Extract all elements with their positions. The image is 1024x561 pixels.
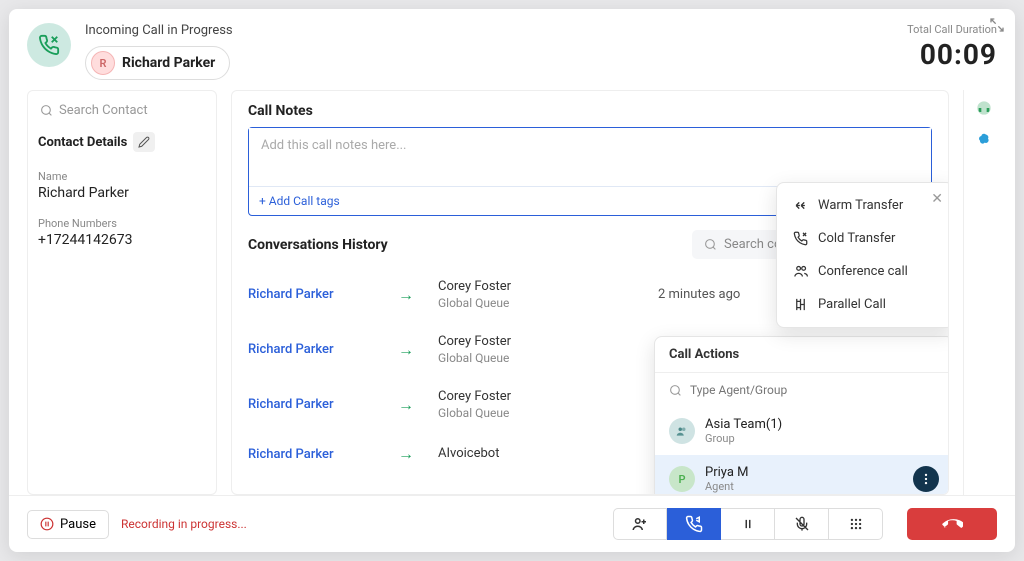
transfer-menu: ✕ Warm Transfer Cold Transfer Conference… [776, 182, 949, 328]
warm-transfer-item[interactable]: Warm Transfer [777, 189, 949, 222]
conv-from: Richard Parker [248, 447, 398, 462]
header-info: Incoming Call in Progress R Richard Park… [85, 23, 893, 80]
transfer-button[interactable] [667, 508, 721, 540]
agent-type: Group [705, 432, 939, 445]
call-header: Incoming Call in Progress R Richard Park… [9, 9, 1015, 90]
more-icon[interactable] [913, 466, 939, 492]
call-actions-title: Call Actions [655, 337, 949, 373]
add-participant-button[interactable] [613, 508, 667, 540]
duration-block: Total Call Duration 00:09 [907, 23, 997, 71]
hold-button[interactable] [721, 508, 775, 540]
call-modal: Incoming Call in Progress R Richard Park… [9, 9, 1015, 552]
call-actions-search-input[interactable] [690, 383, 939, 397]
agent-row[interactable]: Asia Team(1) Group [655, 407, 949, 455]
conv-to: Corey Foster [438, 334, 638, 349]
call-notes-input[interactable] [249, 128, 931, 182]
call-actions-search[interactable] [655, 373, 949, 407]
conv-queue: Global Queue [438, 296, 638, 310]
end-call-button[interactable] [907, 508, 997, 540]
conv-queue: Global Queue [438, 351, 638, 365]
agent-name: Asia Team(1) [705, 417, 939, 432]
conv-to: Corey Foster [438, 279, 638, 294]
agent-avatar: P [669, 466, 695, 492]
dialpad-button[interactable] [829, 508, 883, 540]
conv-from: Richard Parker [248, 397, 398, 412]
name-value: Richard Parker [38, 185, 206, 201]
search-contact-input[interactable]: Search Contact [38, 101, 206, 128]
call-actions-popup: Call Actions Asia Team(1) Group P [654, 336, 949, 495]
conv-from: Richard Parker [248, 342, 398, 357]
arrow-right-icon: → [398, 285, 438, 305]
conv-to: AIvoicebot [438, 446, 638, 461]
mute-button[interactable] [775, 508, 829, 540]
contact-name: Richard Parker [122, 55, 215, 71]
freshdesk-icon[interactable] [974, 98, 994, 118]
parallel-call-item[interactable]: Parallel Call [777, 288, 949, 321]
phone-label: Phone Numbers [38, 217, 206, 230]
name-label: Name [38, 170, 206, 183]
edit-icon[interactable] [133, 132, 155, 152]
contact-sidebar: Search Contact Contact Details Name Rich… [27, 90, 217, 495]
contact-details-title: Contact Details [38, 132, 206, 152]
cold-transfer-item[interactable]: Cold Transfer [777, 222, 949, 255]
pause-icon [40, 517, 54, 531]
search-placeholder: Search Contact [59, 103, 148, 118]
close-icon[interactable]: ✕ [931, 191, 943, 207]
recording-status: Recording in progress... [121, 517, 601, 531]
main-panel: Call Notes + Add Call tags Conversations… [231, 90, 949, 495]
arrow-right-icon: → [398, 340, 438, 360]
agent-type: Agent [705, 480, 903, 493]
incoming-call-icon [27, 23, 71, 67]
contact-avatar: R [91, 51, 115, 75]
conversations-title: Conversations History [248, 237, 388, 253]
duration-label: Total Call Duration [907, 23, 997, 36]
agent-row[interactable]: P Priya M Agent [655, 455, 949, 495]
call-status: Incoming Call in Progress [85, 23, 893, 38]
call-controls [613, 508, 883, 540]
pause-button[interactable]: Pause [27, 510, 109, 539]
group-avatar [669, 418, 695, 444]
duration-value: 00:09 [907, 38, 997, 71]
phone-value: +17244142673 [38, 232, 206, 248]
conv-queue: Global Queue [438, 406, 638, 420]
call-footer: Pause Recording in progress... [9, 495, 1015, 552]
agent-name: Priya M [705, 465, 903, 480]
salesforce-icon[interactable] [974, 130, 994, 150]
conv-from: Richard Parker [248, 287, 398, 302]
conv-to: Corey Foster [438, 389, 638, 404]
call-notes-title: Call Notes [248, 103, 932, 119]
arrow-right-icon: → [398, 444, 438, 464]
right-rail [963, 90, 1003, 495]
conference-call-item[interactable]: Conference call [777, 255, 949, 288]
arrow-right-icon: → [398, 395, 438, 415]
expand-icon[interactable] [989, 17, 1005, 33]
contact-chip[interactable]: R Richard Parker [85, 46, 230, 80]
